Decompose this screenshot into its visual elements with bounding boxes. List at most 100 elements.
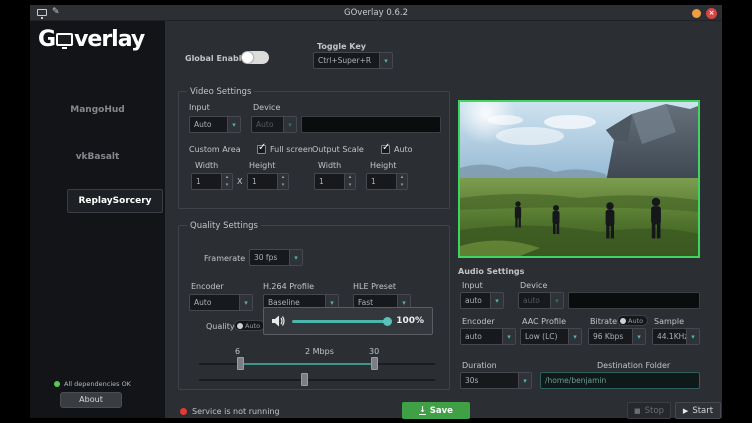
chevron-down-icon: ▾ — [227, 117, 240, 132]
game-preview-image — [458, 100, 700, 258]
audio-encoder-select[interactable]: auto ▾ — [460, 328, 516, 345]
audio-input-select[interactable]: auto ▾ — [460, 292, 504, 309]
spin-up-icon[interactable]: ▴ — [397, 174, 407, 182]
bitrate-slider[interactable] — [199, 373, 435, 387]
quality-settings-group: Quality Settings Framerate 30 fps ▾ Enco… — [178, 225, 450, 390]
video-device-select[interactable]: Auto ▾ — [251, 116, 297, 133]
chevron-down-icon: ▾ — [379, 53, 392, 68]
aac-profile-label: AAC Profile — [522, 317, 566, 326]
logo-text-suffix: verlay — [74, 27, 144, 52]
hle-preset-value: Fast — [354, 298, 397, 307]
spinner-arrows[interactable]: ▴▾ — [277, 174, 288, 189]
h264-profile-value: Baseline — [264, 298, 325, 307]
chevron-down-icon: ▾ — [632, 329, 645, 344]
spin-down-icon[interactable]: ▾ — [278, 182, 288, 190]
video-settings-group: Video Settings Input Auto ▾ Device Auto … — [178, 91, 450, 209]
scale-height-label: Height — [370, 161, 396, 170]
video-device-input[interactable] — [301, 116, 441, 133]
bitrate-min-label: 6 — [235, 347, 240, 356]
global-enable-label: Global Enable — [185, 54, 247, 63]
video-input-value: Auto — [190, 120, 227, 129]
chevron-down-icon: ▾ — [550, 293, 563, 308]
chevron-down-icon: ▾ — [518, 373, 531, 388]
bitrate-select[interactable]: 96 Kbps ▾ — [588, 328, 646, 345]
stop-button-label: Stop — [645, 406, 664, 416]
spinner-arrows[interactable]: ▴▾ — [344, 174, 355, 189]
hle-preset-label: HLE Preset — [353, 282, 396, 291]
bitrate-auto-toggle[interactable]: Auto — [617, 315, 648, 326]
quality-slider-popup: 100% — [263, 307, 433, 335]
fullscreen-checkbox[interactable]: ✓ — [257, 145, 266, 154]
encoder-select[interactable]: Auto ▾ — [189, 294, 253, 311]
app-window: ✎ GOverlay 0.6.2 × G verlay MangoHud vkB… — [30, 5, 722, 418]
ok-dot-icon — [54, 381, 60, 387]
chevron-down-icon: ▾ — [239, 295, 252, 310]
app-logo: G verlay — [38, 27, 144, 52]
sample-select[interactable]: 44.1KHz ▾ — [652, 328, 700, 345]
encoder-value: Auto — [190, 298, 239, 307]
spinner-arrows[interactable]: ▴▾ — [221, 174, 232, 189]
custom-height-spin[interactable]: 1 ▴▾ — [247, 173, 289, 190]
quality-auto-toggle[interactable]: Auto — [234, 320, 265, 331]
scale-width-label: Width — [318, 161, 341, 170]
video-settings-title: Video Settings — [187, 87, 254, 97]
global-enable-toggle[interactable] — [241, 51, 269, 64]
spin-up-icon[interactable]: ▴ — [222, 174, 232, 182]
stop-button[interactable]: ■ Stop — [627, 402, 671, 419]
play-icon: ▶ — [683, 407, 688, 415]
destination-folder-input[interactable]: /home/benjamin — [540, 372, 700, 389]
duration-label: Duration — [462, 361, 497, 370]
bitrate-value: 96 Kbps — [589, 332, 632, 341]
chevron-down-icon: ▾ — [686, 329, 699, 344]
spin-down-icon[interactable]: ▾ — [345, 182, 355, 190]
sidebar-item-replaysorcery[interactable]: ReplaySorcery — [67, 189, 163, 213]
bitrate-current-label: 2 Mbps — [305, 347, 334, 356]
scale-auto-checkbox[interactable]: ✓ — [381, 145, 390, 154]
start-button[interactable]: ▶ Start — [675, 402, 721, 419]
sidebar-item-mangohud[interactable]: MangoHud — [30, 105, 165, 115]
quality-auto-label: Auto — [245, 322, 260, 330]
video-input-select[interactable]: Auto ▾ — [189, 116, 241, 133]
save-button[interactable]: ↓ Save — [402, 402, 470, 419]
sidebar: G verlay MangoHud vkBasalt ReplaySorcery… — [30, 21, 165, 418]
stop-icon: ■ — [634, 407, 641, 415]
scale-height-spin[interactable]: 1 ▴▾ — [366, 173, 408, 190]
range-min-handle[interactable] — [237, 357, 244, 370]
dependencies-status: All dependencies OK — [54, 380, 131, 388]
audio-device-select[interactable]: auto ▾ — [518, 292, 564, 309]
fullscreen-label: Full screen — [270, 145, 313, 154]
toggle-key-select[interactable]: Ctrl+Super+R ▾ — [313, 52, 393, 69]
range-max-handle[interactable] — [371, 357, 378, 370]
scale-width-value: 1 — [315, 174, 344, 189]
custom-width-spin[interactable]: 1 ▴▾ — [191, 173, 233, 190]
bitrate-handle[interactable] — [301, 373, 308, 386]
slider-fill — [292, 320, 389, 323]
framerate-select[interactable]: 30 fps ▾ — [249, 249, 303, 266]
audio-device-value: auto — [519, 296, 550, 305]
dependencies-status-text: All dependencies OK — [64, 380, 131, 388]
minimize-button[interactable] — [692, 9, 701, 18]
duration-select[interactable]: 30s ▾ — [460, 372, 532, 389]
audio-device-label: Device — [520, 281, 547, 290]
save-icon: ↓ — [419, 406, 426, 415]
sidebar-item-vkbasalt[interactable]: vkBasalt — [30, 152, 165, 162]
slider-knob[interactable] — [383, 317, 392, 326]
quality-range-slider[interactable] — [199, 357, 435, 371]
quality-percent-slider[interactable] — [292, 320, 389, 323]
close-button[interactable]: × — [706, 8, 717, 19]
about-button[interactable]: About — [60, 392, 122, 408]
custom-height-value: 1 — [248, 174, 277, 189]
audio-device-input[interactable] — [568, 292, 700, 309]
spin-down-icon[interactable]: ▾ — [397, 182, 407, 190]
quality-percent-value: 100% — [396, 316, 424, 326]
spin-down-icon[interactable]: ▾ — [222, 182, 232, 190]
chevron-down-icon: ▾ — [568, 329, 581, 344]
spin-up-icon[interactable]: ▴ — [278, 174, 288, 182]
scale-auto-label: Auto — [394, 145, 413, 154]
service-error-dot-icon — [180, 408, 187, 415]
aac-profile-select[interactable]: Low (LC) ▾ — [520, 328, 582, 345]
spinner-arrows[interactable]: ▴▾ — [396, 174, 407, 189]
spin-up-icon[interactable]: ▴ — [345, 174, 355, 182]
sample-value: 44.1KHz — [653, 332, 686, 341]
scale-width-spin[interactable]: 1 ▴▾ — [314, 173, 356, 190]
